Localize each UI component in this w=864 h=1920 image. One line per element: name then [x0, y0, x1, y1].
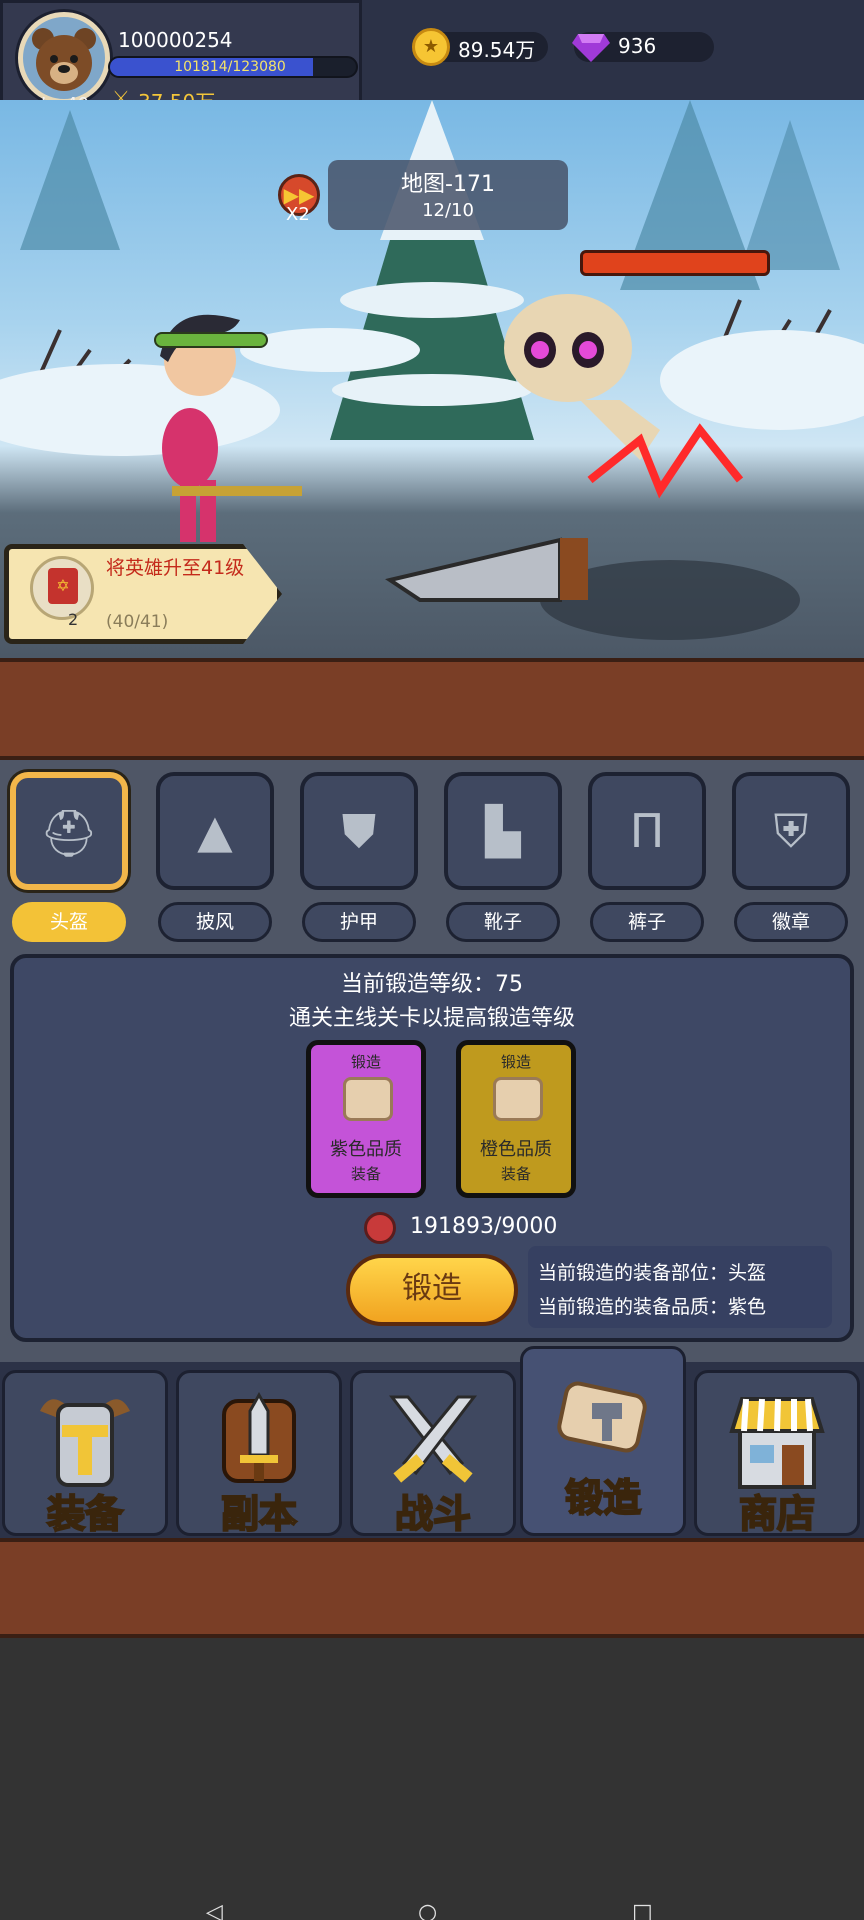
boot-icon: ▙ — [485, 804, 521, 858]
quality-top-label: 锻造 — [350, 1053, 381, 1071]
nav-label-forge: 锻造 — [564, 1475, 642, 1521]
gear-slot-cloak[interactable]: ▲ — [156, 772, 274, 890]
enemy-health-bar — [580, 250, 770, 276]
gear-slot-armor[interactable]: ⛊ — [300, 772, 418, 890]
nav-label-shop: 商店 — [738, 1491, 816, 1537]
gear-label-armor[interactable]: 护甲 — [302, 902, 416, 942]
pants-icon: Π — [629, 804, 665, 858]
forge-material-count: 191893/9000 — [410, 1214, 558, 1239]
recents-icon[interactable]: □ — [632, 1900, 653, 1920]
gem-value: 936 — [618, 34, 657, 58]
gear-slot-boots[interactable]: ▙ — [444, 772, 562, 890]
scroll-hammer-icon — [523, 1367, 683, 1483]
book-icon: ✡ — [48, 568, 78, 604]
back-icon[interactable]: ◁ — [206, 1900, 223, 1920]
forge-level: 当前锻造等级：75 — [341, 972, 523, 997]
xp-text: 101814/123080 — [174, 59, 286, 75]
wood-divider — [0, 658, 864, 760]
hero-health-bar — [154, 332, 268, 348]
forge-hint: 通关主线关卡以提高锻造等级 — [288, 1006, 575, 1031]
gear-slot-pants[interactable]: Π — [588, 772, 706, 890]
gold-coin-icon: ★ — [412, 28, 450, 66]
scroll-icon — [343, 1077, 393, 1121]
player-id: 100000254 — [118, 28, 233, 52]
nav-label-equipment: 装备 — [46, 1491, 124, 1537]
nav-tab-shop[interactable]: 商店 — [694, 1370, 860, 1537]
forge-material-icon — [364, 1212, 396, 1244]
quality-name: 紫色品质 — [330, 1139, 402, 1160]
battle-scene: 地图-171 12/10 ▶▶ X2 ✡ 2 将英雄升至41级 (40/41) — [0, 100, 864, 658]
gear-label-pants[interactable]: 裤子 — [590, 902, 704, 942]
nav-label-battle: 战斗 — [394, 1491, 472, 1537]
gear-label-helmet[interactable]: 头盔 — [12, 902, 126, 942]
gear-label-cloak[interactable]: 披风 — [158, 902, 272, 942]
quality-top-label: 锻造 — [500, 1053, 531, 1071]
map-wave-progress: 12/10 — [422, 200, 474, 221]
quest-text: 将英雄升至41级 — [106, 557, 245, 579]
forge-button[interactable]: 锻造 — [346, 1254, 518, 1326]
badge-icon: ⛨ — [773, 804, 809, 858]
cloak-icon: ▲ — [197, 804, 233, 858]
quest-badge-count: 2 — [68, 610, 79, 629]
forge-orange-quality-option[interactable]: 锻造 橙色品质 装备 — [456, 1040, 576, 1198]
nav-tab-forge[interactable]: 锻造 — [520, 1346, 686, 1536]
quality-sub-label: 装备 — [500, 1165, 531, 1183]
scroll-icon — [493, 1077, 543, 1121]
home-icon[interactable]: ○ — [418, 1900, 437, 1920]
nav-label-dungeon: 副本 — [220, 1491, 298, 1537]
xp-bar: 101814/123080 — [108, 56, 358, 78]
forge-info-quality: 当前锻造的装备品质：紫色 — [538, 1296, 767, 1318]
quality-sub-label: 装备 — [350, 1165, 381, 1183]
forge-info-part: 当前锻造的装备部位：头盔 — [538, 1262, 767, 1284]
gear-label-badge[interactable]: 徽章 — [734, 902, 848, 942]
gem-icon — [572, 34, 610, 62]
map-name: 地图-171 — [401, 172, 495, 197]
player-avatar[interactable] — [18, 12, 110, 104]
gear-slot-badge[interactable]: ⛨ — [732, 772, 850, 890]
gold-value: 89.54万 — [458, 38, 536, 62]
nav-tab-dungeon[interactable]: 副本 — [176, 1370, 342, 1537]
gear-label-boots[interactable]: 靴子 — [446, 902, 560, 942]
nav-tab-battle[interactable]: 战斗 — [350, 1370, 516, 1537]
helmet-icon: ⛑ — [39, 806, 99, 860]
wood-footer — [0, 1538, 864, 1638]
quest-progress: (40/41) — [106, 612, 169, 632]
quality-name: 橙色品质 — [480, 1139, 552, 1160]
armor-icon: ⛊ — [341, 804, 377, 858]
bear-avatar-icon — [32, 28, 96, 91]
forge-purple-quality-option[interactable]: 锻造 紫色品质 装备 — [306, 1040, 426, 1198]
speed-multiplier: X2 — [286, 204, 310, 225]
nav-tab-equipment[interactable]: 装备 — [2, 1370, 168, 1537]
gear-slot-helmet[interactable]: ⛑ — [10, 772, 128, 890]
